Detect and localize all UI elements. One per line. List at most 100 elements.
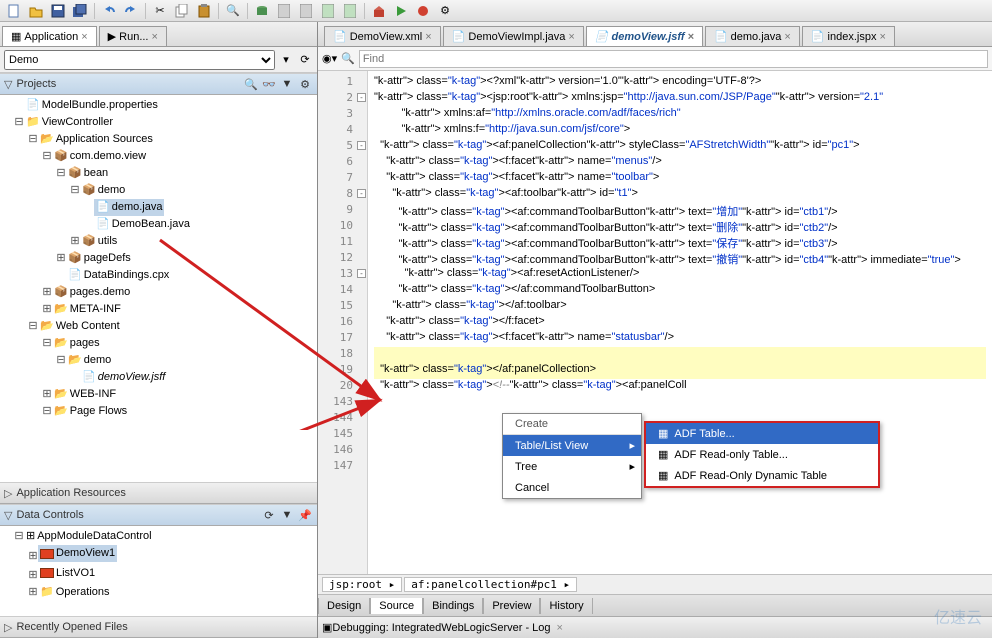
close-icon[interactable]: × bbox=[425, 31, 431, 43]
debug-icon[interactable] bbox=[413, 2, 433, 20]
close-icon[interactable]: × bbox=[152, 31, 158, 43]
mode-tab-bindings[interactable]: Bindings bbox=[423, 598, 483, 614]
dc-view-node[interactable]: ListVO1 bbox=[38, 565, 97, 582]
save-icon[interactable] bbox=[48, 2, 68, 20]
submenu-adf-dynamic-table[interactable]: ▦ADF Read-Only Dynamic Table bbox=[646, 465, 878, 486]
tree-icon[interactable]: 🔍 bbox=[243, 76, 259, 92]
menu-item-cancel[interactable]: Cancel bbox=[503, 477, 641, 498]
dc-ops-node[interactable]: 📁 Operations bbox=[38, 584, 112, 601]
close-icon[interactable]: × bbox=[879, 31, 885, 43]
package-node[interactable]: 📦 pages.demo bbox=[52, 284, 132, 301]
menu-item-tree[interactable]: Tree▸ bbox=[503, 456, 641, 477]
db-run-icon[interactable] bbox=[252, 2, 272, 20]
section-title: Data Controls bbox=[16, 509, 83, 521]
java-file-node[interactable]: 📄 demo.java bbox=[94, 199, 164, 216]
folder-node[interactable]: 📂 Page Flows bbox=[52, 403, 129, 420]
dc-view-node[interactable]: DemoView1 bbox=[38, 545, 117, 562]
refresh-icon[interactable]: ⟳ bbox=[261, 507, 277, 523]
editor-tab[interactable]: 📄DemoViewImpl.java× bbox=[443, 26, 584, 46]
paste-icon[interactable] bbox=[194, 2, 214, 20]
left-tab-strip: ▦ Application × ▶ Run... × bbox=[0, 22, 317, 47]
package-node[interactable]: 📦 demo bbox=[80, 182, 127, 199]
editor-tab[interactable]: 📄demoView.jsff× bbox=[586, 26, 703, 46]
save-all-icon[interactable] bbox=[70, 2, 90, 20]
section-title: Recently Opened Files bbox=[16, 621, 127, 633]
db-icon-5[interactable] bbox=[340, 2, 360, 20]
config-icon[interactable]: ⚙ bbox=[435, 2, 455, 20]
file-node[interactable]: 📄 DataBindings.cpx bbox=[66, 267, 171, 284]
breadcrumb-item[interactable]: jsp:root ▸ bbox=[322, 577, 402, 592]
code-text[interactable]: "k-attr"> class="k-tag"><?xml"k-attr"> v… bbox=[368, 71, 992, 574]
create-context-menu[interactable]: Create Table/List View▸ Tree▸ Cancel bbox=[502, 413, 642, 499]
build-icon[interactable] bbox=[369, 2, 389, 20]
close-icon[interactable]: × bbox=[81, 31, 87, 43]
editor-tab[interactable]: 📄DemoView.xml× bbox=[324, 26, 441, 46]
breadcrumb-item[interactable]: af:panelcollection#pc1 ▸ bbox=[404, 577, 577, 592]
tab-run[interactable]: ▶ Run... × bbox=[99, 26, 167, 46]
db-icon-2[interactable] bbox=[274, 2, 294, 20]
mode-tab-history[interactable]: History bbox=[540, 598, 592, 614]
editor-tab[interactable]: 📄index.jspx× bbox=[802, 26, 895, 46]
expand-icon: ▷ bbox=[4, 487, 12, 500]
gear-icon[interactable]: ⚙ bbox=[297, 76, 313, 92]
table-submenu[interactable]: ▦ADF Table... ▦ADF Read-only Table... ▦A… bbox=[644, 421, 880, 488]
debug-log-tab[interactable]: ▣ Debugging: IntegratedWebLogicServer - … bbox=[318, 616, 992, 638]
section-projects[interactable]: ▽ Projects 🔍 👓 ▼ ⚙ bbox=[0, 73, 317, 95]
submenu-adf-readonly-table[interactable]: ▦ADF Read-only Table... bbox=[646, 444, 878, 465]
menu-item-table-list[interactable]: Table/List View▸ bbox=[503, 435, 641, 456]
structure-breadcrumb[interactable]: jsp:root ▸ af:panelcollection#pc1 ▸ bbox=[318, 574, 992, 594]
submenu-adf-table[interactable]: ▦ADF Table... bbox=[646, 423, 878, 444]
mode-tab-preview[interactable]: Preview bbox=[483, 598, 540, 614]
file-icon: 📄 bbox=[333, 30, 347, 43]
filter-icon[interactable]: ▼ bbox=[279, 76, 295, 92]
java-file-node[interactable]: 📄 DemoBean.java bbox=[94, 216, 192, 233]
close-icon[interactable]: × bbox=[784, 31, 790, 43]
folder-node[interactable]: 📂 pages bbox=[52, 335, 102, 352]
jsff-file-node[interactable]: 📄 demoView.jsff bbox=[80, 369, 167, 386]
refresh-icon[interactable]: ⟳ bbox=[297, 52, 313, 68]
undo-icon[interactable] bbox=[99, 2, 119, 20]
section-recent-files[interactable]: ▷ Recently Opened Files bbox=[0, 616, 317, 638]
filter-icon[interactable]: ▼ bbox=[279, 507, 295, 523]
copy-icon[interactable] bbox=[172, 2, 192, 20]
main-toolbar: ✂ 🔍 ⚙ bbox=[0, 0, 992, 22]
folder-node[interactable]: 📂 WEB-INF bbox=[52, 386, 118, 403]
glasses-icon[interactable]: 👓 bbox=[261, 76, 277, 92]
package-node[interactable]: 📦 utils bbox=[80, 233, 119, 250]
open-icon[interactable] bbox=[26, 2, 46, 20]
section-data-controls[interactable]: ▽ Data Controls ⟳ ▼ 📌 bbox=[0, 504, 317, 526]
mode-tab-design[interactable]: Design bbox=[318, 598, 370, 614]
close-icon[interactable]: × bbox=[557, 622, 563, 634]
file-node[interactable]: 📄 ModelBundle.properties bbox=[24, 97, 160, 114]
mode-tab-source[interactable]: Source bbox=[370, 598, 423, 614]
db-icon-3[interactable] bbox=[296, 2, 316, 20]
section-app-resources[interactable]: ▷ Application Resources bbox=[0, 482, 317, 504]
package-node[interactable]: 📦 pageDefs bbox=[66, 250, 133, 267]
data-controls-tree[interactable]: ⊟⊞ AppModuleDataControl ⊞ DemoView1 ⊞ Li… bbox=[0, 526, 317, 616]
find-input[interactable] bbox=[359, 50, 988, 68]
db-icon-4[interactable] bbox=[318, 2, 338, 20]
project-tree[interactable]: 📄 ModelBundle.properties ⊟📁 ViewControll… bbox=[0, 95, 317, 482]
folder-node[interactable]: 📂 Application Sources bbox=[38, 131, 155, 148]
code-editor[interactable]: 12-345-678-910111213-1415161718192014314… bbox=[318, 71, 992, 574]
pin-icon[interactable]: 📌 bbox=[297, 507, 313, 523]
dropdown-icon[interactable]: ▾ bbox=[278, 52, 294, 68]
close-icon[interactable]: × bbox=[568, 31, 574, 43]
project-node[interactable]: 📁 ViewController bbox=[24, 114, 115, 131]
folder-node[interactable]: 📂 META-INF bbox=[52, 301, 123, 318]
folder-node[interactable]: 📂 demo bbox=[66, 352, 113, 369]
dc-root-node[interactable]: ⊞ AppModuleDataControl bbox=[24, 528, 154, 545]
new-icon[interactable] bbox=[4, 2, 24, 20]
history-icon[interactable]: ◉▾ bbox=[322, 52, 337, 65]
close-icon[interactable]: × bbox=[688, 31, 694, 43]
cut-icon[interactable]: ✂ bbox=[150, 2, 170, 20]
redo-icon[interactable] bbox=[121, 2, 141, 20]
tab-application[interactable]: ▦ Application × bbox=[2, 26, 97, 46]
package-node[interactable]: 📦 bean bbox=[66, 165, 110, 182]
run-icon[interactable] bbox=[391, 2, 411, 20]
package-node[interactable]: 📦 com.demo.view bbox=[52, 148, 148, 165]
project-combo[interactable]: Demo bbox=[4, 50, 275, 70]
editor-tab[interactable]: 📄demo.java× bbox=[705, 26, 800, 46]
search-icon[interactable]: 🔍 bbox=[223, 2, 243, 20]
folder-node[interactable]: 📂 Web Content bbox=[38, 318, 122, 335]
